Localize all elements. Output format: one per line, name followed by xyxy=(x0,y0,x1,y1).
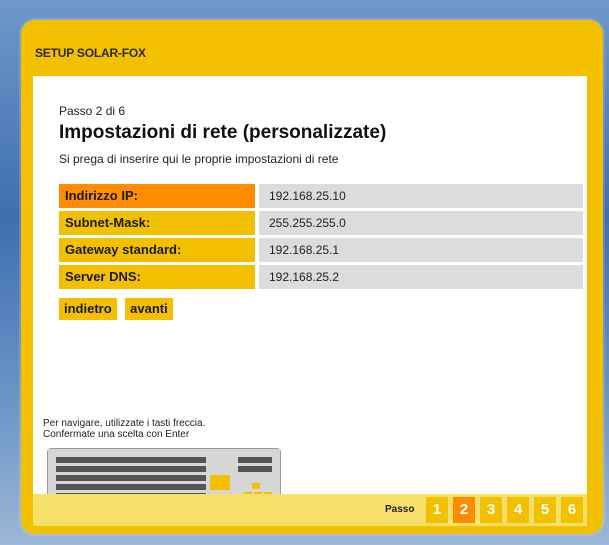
network-settings-table: Indirizzo IP: 192.168.25.10 Subnet-Mask:… xyxy=(59,184,583,292)
next-button[interactable]: avanti xyxy=(125,298,173,320)
setting-row-ip[interactable]: Indirizzo IP: 192.168.25.10 xyxy=(59,184,583,208)
ip-address-value[interactable]: 192.168.25.10 xyxy=(259,184,583,208)
gateway-label: Gateway standard: xyxy=(59,238,255,262)
content-panel: Passo 2 di 6 Impostazioni di rete (perso… xyxy=(33,76,587,510)
subnet-mask-value[interactable]: 255.255.255.0 xyxy=(259,211,583,235)
step-navigation-bar: Passo 1 2 3 4 5 6 xyxy=(33,494,587,526)
step-4[interactable]: 4 xyxy=(507,497,529,523)
subnet-mask-label: Subnet-Mask: xyxy=(59,211,255,235)
setup-window: SETUP SOLAR-FOX Passo 2 di 6 Impostazion… xyxy=(21,20,603,534)
dns-server-label: Server DNS: xyxy=(59,265,255,289)
window-title: SETUP SOLAR-FOX xyxy=(35,46,146,60)
step-3[interactable]: 3 xyxy=(480,497,502,523)
step-indicator: Passo 2 di 6 xyxy=(59,104,126,118)
page-subtitle: Si prega di inserire qui le proprie impo… xyxy=(59,152,339,166)
step-6[interactable]: 6 xyxy=(561,497,583,523)
step-2[interactable]: 2 xyxy=(453,497,475,523)
dns-server-value[interactable]: 192.168.25.2 xyxy=(259,265,583,289)
step-list: 1 2 3 4 5 6 xyxy=(426,494,588,526)
step-label: Passo xyxy=(385,504,415,515)
setting-row-dns[interactable]: Server DNS: 192.168.25.2 xyxy=(59,265,583,289)
page-title: Impostazioni di rete (personalizzate) xyxy=(59,122,387,143)
gateway-value[interactable]: 192.168.25.1 xyxy=(259,238,583,262)
hint-line-2: Confermate una scelta con Enter xyxy=(43,429,190,440)
setting-row-subnet[interactable]: Subnet-Mask: 255.255.255.0 xyxy=(59,211,583,235)
step-1[interactable]: 1 xyxy=(426,497,448,523)
hint-line-1: Per navigare, utilizzate i tasti freccia… xyxy=(43,418,206,429)
navigation-hint: Per navigare, utilizzate i tasti freccia… xyxy=(43,418,205,440)
nav-buttons: indietro avanti xyxy=(59,298,177,320)
setting-row-gateway[interactable]: Gateway standard: 192.168.25.1 xyxy=(59,238,583,262)
ip-address-label: Indirizzo IP: xyxy=(59,184,255,208)
step-5[interactable]: 5 xyxy=(534,497,556,523)
back-button[interactable]: indietro xyxy=(59,298,117,320)
